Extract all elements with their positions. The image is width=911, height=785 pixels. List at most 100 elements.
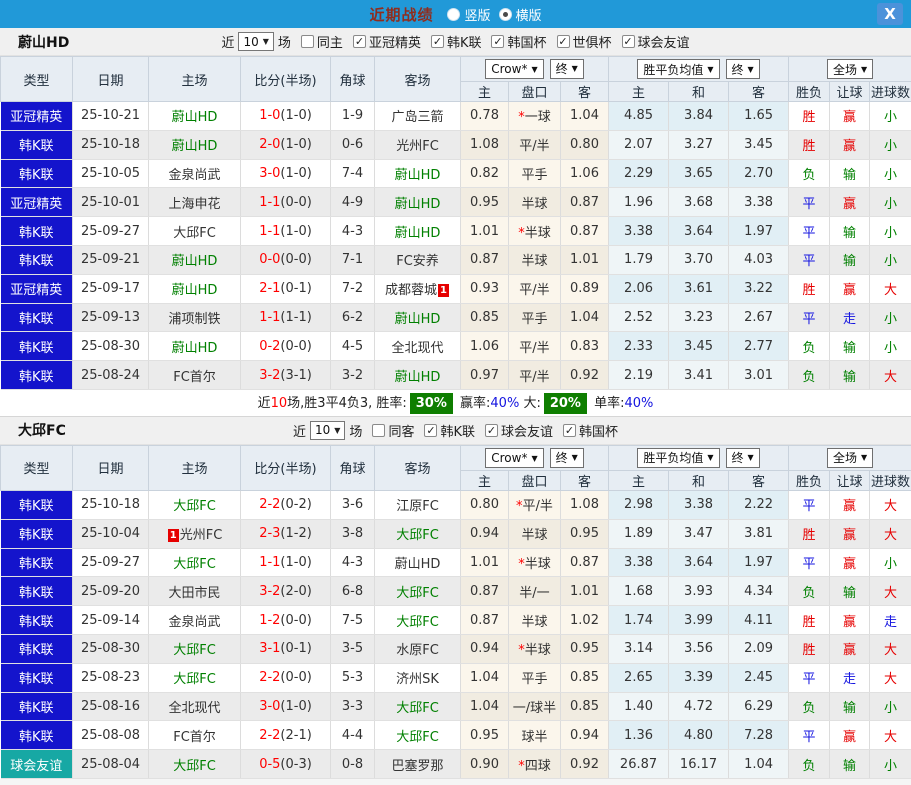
fullmatch-select[interactable]: 全场▼ <box>827 59 873 79</box>
avg-draw-cell: 4.72 <box>669 692 729 721</box>
odds-home-cell: 0.80 <box>461 490 509 519</box>
corners-cell: 0-8 <box>331 750 375 779</box>
odds-away-cell: 0.85 <box>561 663 609 692</box>
handicap-result-cell: 赢 <box>830 274 870 303</box>
crow-company-select[interactable]: Crow*▼ <box>485 448 543 468</box>
handicap-line-cell: 平手 <box>509 663 561 692</box>
home-team-cell: 大邱FC <box>149 634 241 663</box>
handicap-result-cell: 赢 <box>830 188 870 217</box>
score-cell: 0-5(0-3) <box>241 750 331 779</box>
home-team-name: 大邱FC <box>173 226 216 241</box>
date-cell: 25-09-20 <box>73 577 149 606</box>
league-checkbox-0[interactable]: ✓ <box>424 424 437 437</box>
same-side-label: 同主 <box>317 32 343 51</box>
league-checkbox-4[interactable]: ✓ <box>622 35 635 48</box>
result-cell: 负 <box>789 361 830 390</box>
league-checkbox-2[interactable]: ✓ <box>491 35 504 48</box>
avg-away-cell: 4.11 <box>729 606 789 635</box>
halftime-score: (0-0) <box>280 195 311 210</box>
crow-group-header: Crow*▼ 终▼ <box>461 445 609 470</box>
home-team-cell: 大邱FC <box>149 217 241 246</box>
final-odds-select-2[interactable]: 终▼ <box>726 59 760 79</box>
halftime-score: (0-0) <box>280 252 311 267</box>
sub-header-5: 客 <box>729 470 789 490</box>
final-odds-select-2[interactable]: 终▼ <box>726 448 760 468</box>
odds-home-cell: 1.01 <box>461 217 509 246</box>
avg-draw-cell: 3.61 <box>669 274 729 303</box>
final-odds-select-1[interactable]: 终▼ <box>550 59 584 79</box>
league-checkbox-0[interactable]: ✓ <box>353 35 366 48</box>
league-type-cell: 韩K联 <box>1 606 73 635</box>
sub-header-1: 盘口 <box>509 82 561 102</box>
halftime-score: (1-1) <box>280 310 311 325</box>
fullmatch-select[interactable]: 全场▼ <box>827 448 873 468</box>
result-cell: 平 <box>789 217 830 246</box>
date-cell: 25-10-04 <box>73 519 149 548</box>
layout-radio-1[interactable] <box>499 8 512 21</box>
goals-result-cell: 小 <box>870 188 911 217</box>
avg-draw-cell: 3.45 <box>669 332 729 361</box>
avg-odds-select[interactable]: 胜平负均值▼ <box>637 448 719 468</box>
handicap-result-cell: 走 <box>830 663 870 692</box>
chevron-down-icon: ▼ <box>531 65 537 74</box>
odds-away-cell: 0.94 <box>561 721 609 750</box>
away-team-name: 大邱FC <box>396 701 439 716</box>
same-side-checkbox[interactable] <box>372 424 385 437</box>
final-odds-select-1[interactable]: 终▼ <box>550 448 584 468</box>
col-header-2: 主场 <box>149 57 241 102</box>
home-team-cell: 蔚山HD <box>149 274 241 303</box>
layout-radio-label-0: 竖版 <box>464 5 490 24</box>
avg-away-cell: 2.09 <box>729 634 789 663</box>
league-checkbox-1[interactable]: ✓ <box>431 35 444 48</box>
summary-part-8: 单率: <box>590 396 625 411</box>
avg-odds-select[interactable]: 胜平负均值▼ <box>637 59 719 79</box>
away-team-cell: 蔚山HD <box>375 159 461 188</box>
result-cell: 胜 <box>789 274 830 303</box>
halftime-score: (0-2) <box>280 497 311 512</box>
goals-result-cell: 小 <box>870 548 911 577</box>
handicap-result-cell: 输 <box>830 159 870 188</box>
matches-count-select[interactable]: 10▼ <box>310 421 345 440</box>
layout-radio-0[interactable] <box>447 8 460 21</box>
handicap-result-cell: 输 <box>830 750 870 779</box>
result-cell: 平 <box>789 188 830 217</box>
league-type-label: 韩K联 <box>1 577 73 605</box>
league-type-label: 韩K联 <box>1 549 73 577</box>
result-cell: 胜 <box>789 130 830 159</box>
goals-result-cell: 大 <box>870 490 911 519</box>
avg-home-cell: 1.96 <box>609 188 669 217</box>
odds-home-cell: 0.95 <box>461 188 509 217</box>
away-team-cell: 大邱FC <box>375 577 461 606</box>
summary-part-5: 40% <box>490 396 519 411</box>
away-team-name: 蔚山HD <box>395 168 441 183</box>
handicap-result-cell: 赢 <box>830 490 870 519</box>
league-checkbox-1[interactable]: ✓ <box>485 424 498 437</box>
same-side-checkbox[interactable] <box>301 35 314 48</box>
odds-away-cell: 1.04 <box>561 102 609 131</box>
league-checkbox-2[interactable]: ✓ <box>563 424 576 437</box>
away-team-name: 济州SK <box>396 672 439 687</box>
sub-header-6: 胜负 <box>789 82 830 102</box>
odds-away-cell: 0.95 <box>561 519 609 548</box>
table-row: 亚冠精英25-10-01上海申花1-1(0-0)4-9蔚山HD0.95半球0.8… <box>1 188 911 217</box>
league-checkbox-3[interactable]: ✓ <box>557 35 570 48</box>
handicap-result-cell: 输 <box>830 245 870 274</box>
handicap-result-cell: 赢 <box>830 548 870 577</box>
score-cell: 3-0(1-0) <box>241 159 331 188</box>
matches-count-select[interactable]: 10▼ <box>238 32 273 51</box>
home-team-cell: 大邱FC <box>149 663 241 692</box>
percentage-badge: 30% <box>410 393 453 414</box>
halftime-score: (1-0) <box>280 108 311 123</box>
close-button[interactable]: X <box>877 3 903 25</box>
result-cell: 胜 <box>789 519 830 548</box>
crow-company-select[interactable]: Crow*▼ <box>485 59 543 79</box>
date-cell: 25-09-27 <box>73 548 149 577</box>
handicap-result-cell: 输 <box>830 361 870 390</box>
home-team-cell: FC首尔 <box>149 361 241 390</box>
score-cell: 2-2(2-1) <box>241 721 331 750</box>
corners-cell: 6-8 <box>331 577 375 606</box>
table-row: 韩K联25-08-24FC首尔3-2(3-1)3-2蔚山HD0.97平/半0.9… <box>1 361 911 390</box>
handicap-line: 半球 <box>521 254 547 269</box>
handicap-line-cell: 半球 <box>509 606 561 635</box>
header-row-groups: 类型日期主场比分(半场)角球客场Crow*▼终▼胜平负均值▼终▼全场▼ <box>1 57 911 82</box>
